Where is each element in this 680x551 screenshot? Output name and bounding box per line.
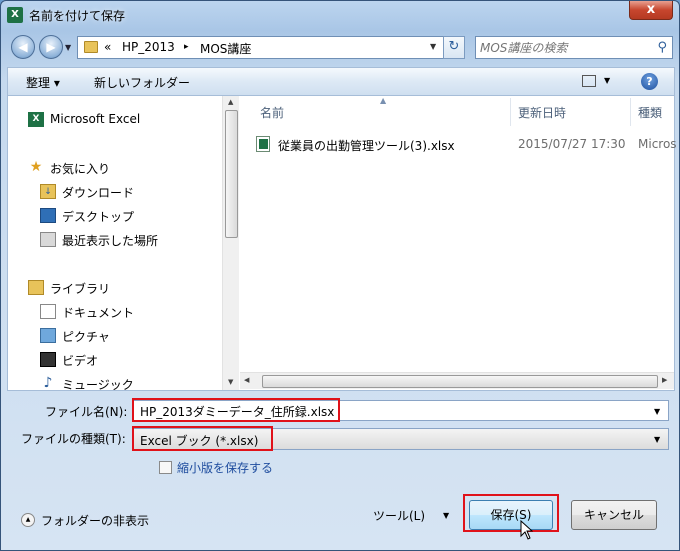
excel-app-icon: X bbox=[7, 7, 23, 23]
music-icon: ♪ bbox=[43, 375, 53, 391]
sidebar-item-label: デスクトップ bbox=[62, 210, 135, 224]
browser-panel: X Microsoft Excel ★ お気に入り ↓ ダウンロード デスクトッ… bbox=[7, 95, 677, 391]
title-bar[interactable]: X 名前を付けて保存 x bbox=[1, 1, 679, 29]
sidebar-item-label: お気に入り bbox=[50, 162, 111, 176]
sidebar-item-label: ドキュメント bbox=[62, 306, 135, 320]
sidebar-item-label: 最近表示した場所 bbox=[62, 234, 159, 248]
search-box[interactable]: ⚲ bbox=[475, 36, 673, 59]
filetype-label: ファイルの種類(T): bbox=[21, 432, 126, 446]
filename-dropdown-icon[interactable]: ▼ bbox=[654, 407, 660, 416]
filename-label: ファイル名(N): bbox=[45, 405, 128, 419]
scroll-up-icon[interactable]: ▲ bbox=[228, 98, 233, 106]
forward-button[interactable]: ▶ bbox=[39, 35, 63, 59]
search-icon[interactable]: ⚲ bbox=[657, 40, 667, 55]
navigation-pane: X Microsoft Excel ★ お気に入り ↓ ダウンロード デスクトッ… bbox=[8, 96, 222, 390]
save-thumbnail-label[interactable]: 縮小版を保存する bbox=[177, 459, 273, 476]
navigation-bar: ◀ ▶ ▼ « HP_2013 ▸ MOS講座 ▼ ↻ ⚲ bbox=[7, 33, 675, 61]
address-bar[interactable]: « HP_2013 ▸ MOS講座 ▼ bbox=[77, 36, 461, 59]
hide-folders-label: フォルダーの非表示 bbox=[41, 514, 150, 528]
sidebar-item-label: Microsoft Excel bbox=[50, 112, 141, 126]
scroll-right-icon[interactable]: ▶ bbox=[662, 376, 667, 384]
save-button[interactable]: 保存(S) bbox=[469, 500, 553, 530]
column-header-modified[interactable]: 更新日時 bbox=[518, 104, 566, 121]
breadcrumb-overflow[interactable]: « bbox=[104, 40, 111, 54]
sidebar-item-label: ミュージック bbox=[62, 378, 134, 390]
refresh-button[interactable]: ↻ bbox=[443, 36, 465, 59]
chevron-up-icon: ▲ bbox=[21, 513, 35, 527]
folder-icon bbox=[84, 41, 98, 53]
sidebar-item-label: ライブラリ bbox=[50, 282, 111, 296]
sort-ascending-icon: ▲ bbox=[380, 96, 387, 105]
back-button[interactable]: ◀ bbox=[11, 35, 35, 59]
desktop-icon bbox=[40, 208, 56, 223]
breadcrumb-separator[interactable]: ▸ bbox=[184, 42, 189, 52]
save-as-dialog: X 名前を付けて保存 x ◀ ▶ ▼ « HP_2013 ▸ MOS講座 ▼ ↻… bbox=[0, 0, 680, 551]
scroll-left-icon[interactable]: ◀ bbox=[244, 376, 249, 384]
file-modified: 2015/07/27 17:30 bbox=[518, 137, 626, 151]
file-type: Micros bbox=[638, 137, 677, 151]
scroll-down-icon[interactable]: ▼ bbox=[228, 378, 233, 386]
column-header-type[interactable]: 種類 bbox=[638, 104, 662, 121]
pictures-icon bbox=[40, 328, 56, 343]
arrow-left-icon: ◀ bbox=[18, 40, 28, 54]
download-folder-icon: ↓ bbox=[40, 184, 56, 199]
scrollbar-thumb[interactable] bbox=[225, 110, 238, 238]
dialog-title: 名前を付けて保存 bbox=[29, 9, 126, 23]
command-bar: 整理 ▾ 新しいフォルダー ▼ ? bbox=[7, 67, 675, 95]
highlight-box bbox=[132, 426, 273, 451]
sidebar-item-label: ダウンロード bbox=[62, 186, 135, 200]
new-folder-button[interactable]: 新しいフォルダー bbox=[94, 74, 190, 91]
arrow-right-icon: ▶ bbox=[46, 40, 56, 54]
tools-dropdown-icon[interactable]: ▼ bbox=[443, 511, 449, 520]
recent-places-icon bbox=[40, 232, 56, 247]
breadcrumb-item[interactable]: MOS講座 bbox=[200, 40, 251, 57]
navigation-pane-scrollbar[interactable]: ▲ ▼ bbox=[222, 96, 239, 390]
file-name: 従業員の出勤管理ツール(3).xlsx bbox=[278, 139, 455, 153]
star-icon: ★ bbox=[29, 159, 43, 175]
filetype-dropdown-icon[interactable]: ▼ bbox=[654, 435, 660, 444]
excel-icon: X bbox=[28, 112, 44, 127]
documents-icon bbox=[40, 304, 56, 319]
mouse-cursor-icon bbox=[520, 520, 534, 540]
help-icon[interactable]: ? bbox=[641, 73, 658, 90]
close-button[interactable]: x bbox=[629, 1, 673, 20]
video-icon bbox=[40, 352, 56, 367]
scrollbar-thumb[interactable] bbox=[262, 375, 658, 388]
column-divider[interactable] bbox=[630, 98, 631, 126]
column-header-name[interactable]: 名前 bbox=[260, 104, 284, 121]
excel-file-icon bbox=[256, 136, 270, 152]
file-list: ▲ 名前 更新日時 種類 従業員の出勤管理ツール(3).xlsx 2015/07… bbox=[240, 96, 677, 390]
view-dropdown-icon[interactable]: ▼ bbox=[604, 76, 610, 85]
view-options-icon[interactable] bbox=[582, 75, 596, 87]
library-icon bbox=[28, 280, 44, 295]
column-divider[interactable] bbox=[510, 98, 511, 126]
recent-pages-dropdown[interactable]: ▼ bbox=[65, 43, 71, 52]
cancel-button[interactable]: キャンセル bbox=[571, 500, 657, 530]
highlight-box bbox=[132, 398, 340, 422]
tools-button[interactable]: ツール(L) bbox=[373, 507, 425, 524]
save-thumbnail-checkbox[interactable] bbox=[159, 461, 172, 474]
sidebar-item-label: ピクチャ bbox=[62, 330, 110, 344]
address-dropdown-icon[interactable]: ▼ bbox=[430, 42, 436, 51]
refresh-icon: ↻ bbox=[448, 39, 460, 54]
breadcrumb-item[interactable]: HP_2013 bbox=[122, 40, 175, 54]
file-list-horizontal-scrollbar[interactable]: ◀ ▶ bbox=[240, 372, 674, 389]
organize-button[interactable]: 整理 ▾ bbox=[26, 74, 60, 91]
search-input[interactable] bbox=[480, 39, 650, 56]
file-row[interactable]: 従業員の出勤管理ツール(3).xlsx 2015/07/27 17:30 Mic… bbox=[256, 134, 677, 154]
sidebar-item-label: ビデオ bbox=[62, 354, 99, 368]
